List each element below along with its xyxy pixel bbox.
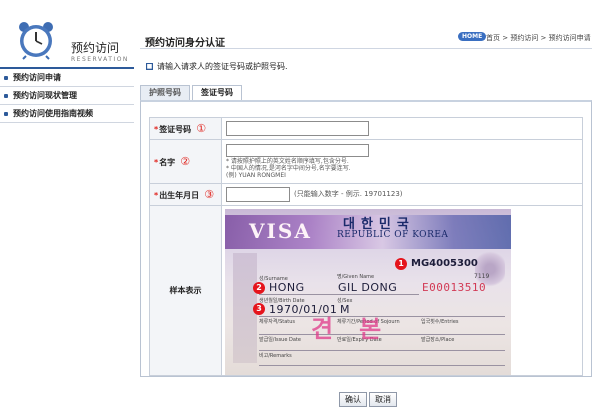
alarm-clock-icon [19,22,53,60]
small-number: 7119 [474,272,490,280]
birth-date-cell: (只能输入数字 - 例示. 19701123) [221,183,583,206]
tab-passport-number[interactable]: 护照号码 [140,85,190,100]
page-title: 预约访问身分认证 [145,38,225,49]
title-divider [140,48,592,49]
birth-date-input[interactable] [226,187,290,202]
sample-marker-1: 1 [395,257,407,270]
name-input[interactable] [226,144,369,157]
name-hint-3: (例) YUAN RONGMEI [226,172,286,179]
marker-1: ① [196,122,207,135]
visa-surname: HONG [269,280,305,294]
birth-date-hint: (只能输入数字 - 例示. 19701123) [294,190,403,198]
visa-number-cell [221,117,583,140]
name-cell: * 请按照护照上的英文姓名顺序填写,包含分号. * 中国人的情况,是河名字中间分… [221,139,583,184]
visa-number-label: *签证号码 ① [149,117,222,140]
sidebar-item-status[interactable]: 预约访问现状管理 [0,87,134,105]
visa-number-input[interactable] [226,121,369,136]
sample-marker-2: 2 [253,281,265,294]
action-buttons: 确认 取消 [339,392,399,407]
entries-caption: 입국횟수/Entries [421,318,459,325]
name-hint-2: * 中国人的情况,是河名字中间分号,名字要连写. [226,165,351,172]
sidebar: 预约访问 RESERVATION 预约访问申请 预约访问现状管理 预约访问使用指… [0,0,134,418]
visa-serial: E00013510 [422,280,487,294]
sidebar-item-label: 预约访问使用指南视频 [13,109,93,118]
bullet-icon [4,75,8,80]
remarks-caption: 비고/Remarks [259,352,292,359]
sidebar-subtitle: RESERVATION [71,56,129,63]
sidebar-header: 预约访问 RESERVATION [0,16,134,66]
visa-passport-no: MG4005300 [411,257,478,269]
visa-word: VISA [249,218,312,243]
confirm-button[interactable]: 确认 [339,392,367,407]
notice-text: 请输入请求人的签证号码或护照号码. [157,62,288,71]
sidebar-item-label: 预约访问申请 [13,73,61,82]
sidebar-menu: 预约访问申请 预约访问现状管理 预约访问使用指南视频 [0,67,134,123]
status-caption: 체류자격/Status [259,318,296,325]
sample-marker-3: 3 [253,302,265,315]
bullet-icon [4,111,8,116]
breadcrumb[interactable]: 首页 > 预约访问 > 预约访问申请 [486,33,591,43]
home-badge[interactable]: HOME [458,32,487,41]
sidebar-title: 预约访问 [71,41,120,55]
name-label: *名字 ② [149,139,222,184]
bullet-icon [4,93,8,98]
tab-bar: 护照号码 签证号码 [140,85,244,101]
sidebar-item-label: 预约访问现状管理 [13,91,77,100]
info-icon: ■ [146,63,153,70]
tab-visa-number[interactable]: 签证号码 [192,85,242,101]
notice: ■ 请输入请求人的签证号码或护照号码. [146,61,288,72]
form-panel: *签证号码 ① *名字 ② * 请按照护照上的英文姓名顺序填写,包含分号. * 中国… [140,100,592,377]
sample-label: 样本表示 [149,205,222,376]
visa-given-name: GIL DONG [338,280,398,294]
birth-date-label: *出生年月日 ③ [149,183,222,206]
required-mark: * [154,191,159,200]
visa-sample-image: VISA 대한민국 REPUBLIC OF KOREA 1 MG4005300 … [225,208,511,375]
sample-stamp: 견본 [311,314,408,343]
required-mark: * [154,158,159,167]
marker-2: ② [180,155,191,168]
issue-date-caption: 발급일/Issue Date [259,336,301,343]
required-mark: * [154,125,159,134]
given-name-caption: 명/Given Name [337,273,375,280]
cancel-button[interactable]: 取消 [369,392,397,407]
place-caption: 발급장소/Place [421,336,455,343]
sidebar-item-guide-video[interactable]: 预约访问使用指南视频 [0,105,134,123]
marker-3: ③ [204,188,215,201]
name-hint-1: * 请按照护照上的英文姓名顺序填写,包含分号. [226,158,349,165]
sample-cell: VISA 대한민국 REPUBLIC OF KOREA 1 MG4005300 … [221,205,583,376]
form-table: *签证号码 ① *名字 ② * 请按照护照上的英文姓名顺序填写,包含分号. * 中国… [149,117,583,376]
sidebar-item-apply[interactable]: 预约访问申请 [0,69,134,87]
visa-country: REPUBLIC OF KOREA [337,229,449,240]
